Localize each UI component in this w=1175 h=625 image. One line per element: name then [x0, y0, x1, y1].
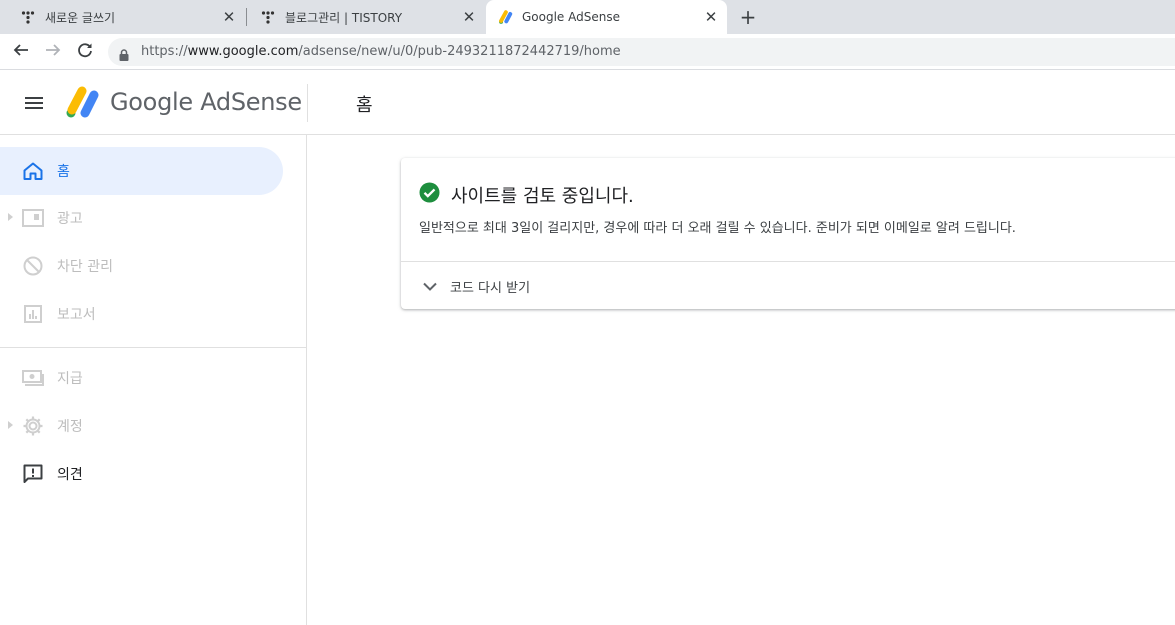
expand-arrow-icon[interactable]	[8, 213, 13, 221]
sidebar-nav: 홈 광고 차단 관리 보고서 지급 계정 의견	[0, 135, 307, 625]
lock-icon	[119, 46, 129, 65]
url-host: www.google.com	[187, 44, 299, 59]
reload-button[interactable]	[73, 40, 97, 64]
tab-title: 새로운 글쓰기	[45, 10, 116, 25]
sidebar-item-reports[interactable]: 보고서	[0, 290, 283, 338]
sidebar-item-label: 지급	[57, 371, 83, 387]
sidebar-item-label: 의견	[57, 467, 83, 483]
site-review-status-card: 사이트를 검토 중입니다. 일반적으로 최대 3일이 걸리지만, 경우에 따라 …	[401, 158, 1175, 309]
status-heading: 사이트를 검토 중입니다.	[451, 186, 634, 207]
reload-icon	[77, 42, 93, 62]
reports-icon	[21, 302, 45, 326]
header-divider	[307, 84, 308, 122]
arrow-right-icon	[45, 42, 61, 62]
sidebar-item-label: 홈	[57, 164, 70, 180]
adsense-icon	[497, 9, 513, 25]
browser-tab-strip: 새로운 글쓰기 ✕ 블로그관리 | TISTORY ✕ Google AdSen…	[0, 0, 1175, 34]
page-title: 홈	[356, 95, 373, 116]
brand-product: AdSense	[200, 88, 302, 116]
expand-label: 코드 다시 받기	[450, 281, 531, 296]
sidebar-item-feedback[interactable]: 의견	[0, 450, 283, 498]
hamburger-menu-icon[interactable]	[22, 91, 46, 115]
adsense-logo-icon[interactable]	[64, 86, 100, 118]
close-tab-icon[interactable]: ✕	[703, 9, 719, 25]
address-bar[interactable]: https://www.google.com/adsense/new/u/0/p…	[108, 38, 1175, 66]
brand-google: Google	[110, 88, 193, 116]
status-description: 일반적으로 최대 3일이 걸리지만, 경우에 따라 더 오래 걸릴 수 있습니다…	[419, 221, 1016, 236]
get-code-again-expander[interactable]: 코드 다시 받기	[401, 262, 1175, 309]
close-tab-icon[interactable]: ✕	[221, 9, 237, 25]
tab-title: Google AdSense	[522, 10, 620, 24]
sidebar-item-label: 광고	[57, 211, 83, 227]
browser-tab-active[interactable]: Google AdSense ✕	[486, 0, 727, 34]
tab-title: 블로그관리 | TISTORY	[285, 10, 403, 25]
sidebar-item-label: 차단 관리	[57, 259, 113, 275]
brand-name: Google AdSense	[110, 88, 302, 116]
url-text: https://www.google.com/adsense/new/u/0/p…	[141, 44, 621, 59]
expand-arrow-icon[interactable]	[8, 421, 13, 429]
sidebar-item-label: 계정	[57, 419, 83, 435]
sidebar-item-blocking[interactable]: 차단 관리	[0, 242, 283, 290]
sidebar-item-payments[interactable]: 지급	[0, 354, 283, 402]
feedback-icon	[21, 462, 45, 486]
app-header: Google AdSense 홈	[0, 71, 1175, 135]
gear-icon	[21, 414, 45, 438]
sidebar-item-home[interactable]: 홈	[0, 147, 283, 195]
sidebar-item-label: 보고서	[57, 307, 96, 323]
ads-icon	[21, 206, 45, 230]
new-tab-button[interactable]: +	[737, 6, 759, 28]
check-circle-icon	[419, 182, 440, 203]
home-icon	[21, 159, 45, 183]
sidebar-divider	[0, 347, 306, 348]
sidebar-item-account[interactable]: 계정	[0, 402, 283, 450]
browser-tab[interactable]: 새로운 글쓰기 ✕	[0, 0, 245, 34]
browser-tab[interactable]: 블로그관리 | TISTORY ✕	[240, 0, 485, 34]
forward-button[interactable]	[41, 40, 65, 64]
payments-icon	[21, 366, 45, 390]
url-prefix: https://	[141, 44, 188, 59]
tistory-icon	[260, 9, 276, 25]
back-button[interactable]	[9, 40, 33, 64]
arrow-left-icon	[13, 42, 29, 62]
sidebar-item-ads[interactable]: 광고	[0, 194, 283, 242]
browser-toolbar: https://www.google.com/adsense/new/u/0/p…	[0, 34, 1175, 70]
block-icon	[21, 254, 45, 278]
chevron-down-icon	[421, 277, 439, 295]
tistory-icon	[20, 9, 36, 25]
url-path: /adsense/new/u/0/pub-2493211872442719/ho…	[298, 44, 621, 59]
close-tab-icon[interactable]: ✕	[461, 9, 477, 25]
